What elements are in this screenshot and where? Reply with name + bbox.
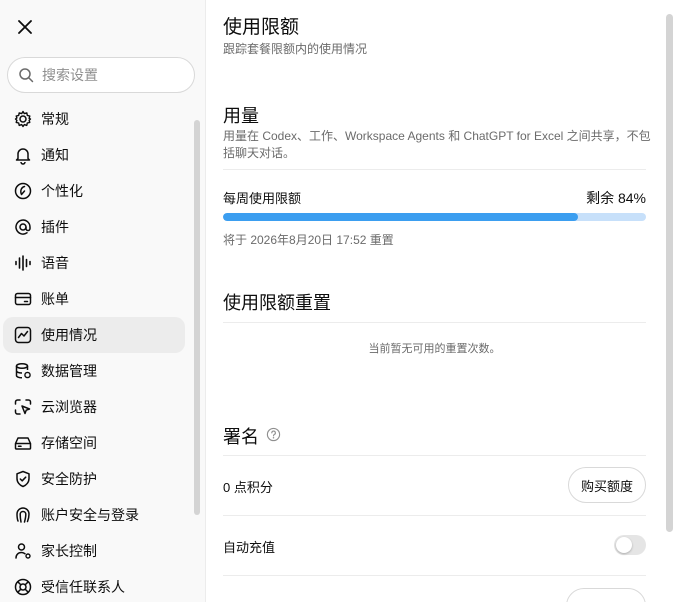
no-resets-message: 当前暂无可用的重置次数。 [368, 343, 501, 355]
content-scrollbar[interactable] [666, 14, 673, 532]
remaining-percent: 剩余 84% [586, 190, 646, 206]
search-box[interactable] [7, 57, 195, 93]
credit-card-icon [13, 289, 33, 309]
reset-time: 将于 2026年8月20日 17:52 重置 [223, 233, 394, 247]
sidebar-item-personalization[interactable]: 个性化 [3, 173, 185, 209]
sidebar-item-label: 语音 [41, 255, 69, 271]
sidebar-item-storage[interactable]: 存储空间 [3, 425, 185, 461]
sidebar-item-general[interactable]: 常规 [3, 101, 185, 137]
sidebar-item-plugins[interactable]: 插件 [3, 209, 185, 245]
divider [223, 169, 646, 170]
credits-label: 0 点积分 [223, 480, 273, 495]
sidebar-item-label: 安全防护 [41, 471, 97, 487]
sidebar-item-label: 使用情况 [41, 327, 97, 343]
auto-recharge-toggle[interactable] [614, 535, 646, 555]
sidebar-item-billing[interactable]: 账单 [3, 281, 185, 317]
sidebar-item-label: 数据管理 [41, 363, 97, 379]
sidebar-scrollbar[interactable] [194, 120, 200, 515]
close-button[interactable] [13, 15, 37, 39]
sidebar-item-label: 家长控制 [41, 543, 97, 559]
cloud-browser-icon [13, 397, 33, 417]
usage-section-title: 用量 [223, 106, 259, 126]
weekly-limit-label: 每周使用限额 [223, 191, 302, 206]
sidebar-item-notifications[interactable]: 通知 [3, 137, 185, 173]
sidebar-item-usage[interactable]: 使用情况 [3, 317, 185, 353]
personalization-icon [13, 181, 33, 201]
sidebar-item-cloud-browser[interactable]: 云浏览器 [3, 389, 185, 425]
sidebar-item-label: 个性化 [41, 183, 83, 199]
divider [223, 455, 646, 456]
reset-section-title: 使用限额重置 [223, 293, 331, 313]
search-icon [19, 68, 34, 83]
database-icon [13, 361, 33, 381]
divider [223, 575, 646, 576]
gear-icon [13, 109, 33, 129]
sidebar-item-label: 云浏览器 [41, 399, 97, 415]
search-input[interactable] [42, 67, 182, 83]
sidebar-item-data-controls[interactable]: 数据管理 [3, 353, 185, 389]
usage-progress-fill [223, 213, 579, 221]
sidebar-item-label: 常规 [41, 111, 69, 127]
page-title: 使用限额 [223, 17, 300, 38]
storage-icon [13, 433, 33, 453]
usage-progress-bar [223, 213, 646, 221]
toggle-knob [616, 537, 632, 553]
signature-section-title: 署名 [223, 427, 259, 447]
sidebar-item-label: 账单 [41, 291, 69, 307]
divider [223, 515, 646, 516]
sidebar-item-label: 受信任联系人 [41, 579, 125, 595]
sidebar-item-label: 通知 [41, 147, 69, 163]
sidebar-item-parental-controls[interactable]: 家长控制 [3, 533, 185, 569]
shield-icon [13, 469, 33, 489]
sidebar-item-trusted-contacts[interactable]: 受信任联系人 [3, 569, 185, 602]
sidebar-item-label: 插件 [41, 219, 69, 235]
settings-nav: 常规 通知 个性化 插件 语音 账单 使用情况 数据管理 云浏览器 存储空间 安… [3, 101, 185, 602]
divider [223, 322, 646, 323]
parental-icon [13, 541, 33, 561]
waveform-icon [13, 253, 33, 273]
lifebuoy-icon [13, 577, 33, 597]
help-icon[interactable] [265, 426, 281, 442]
sidebar-item-security[interactable]: 安全防护 [3, 461, 185, 497]
at-sign-icon [13, 217, 33, 237]
page-subtitle: 跟踪套餐限额内的使用情况 [223, 42, 368, 56]
settings-content: 使用限额 跟踪套餐限额内的使用情况 用量 用量在 Codex、工作、Worksp… [207, 0, 675, 602]
sidebar-item-voice[interactable]: 语音 [3, 245, 185, 281]
chart-icon [13, 325, 33, 345]
sidebar-item-account-security[interactable]: 账户安全与登录 [3, 497, 185, 533]
settings-sidebar: 常规 通知 个性化 插件 语音 [0, 0, 206, 602]
sidebar-item-label: 存储空间 [41, 435, 97, 451]
partial-button[interactable] [566, 588, 646, 602]
sidebar-item-label: 账户安全与登录 [41, 507, 139, 523]
buy-credits-button[interactable]: 购买额度 [567, 467, 646, 503]
auto-recharge-label: 自动充值 [223, 540, 276, 555]
usage-description: 用量在 Codex、工作、Workspace Agents 和 ChatGPT … [223, 129, 651, 160]
close-icon [18, 20, 32, 34]
fingerprint-icon [13, 505, 33, 525]
bell-icon [13, 145, 33, 165]
